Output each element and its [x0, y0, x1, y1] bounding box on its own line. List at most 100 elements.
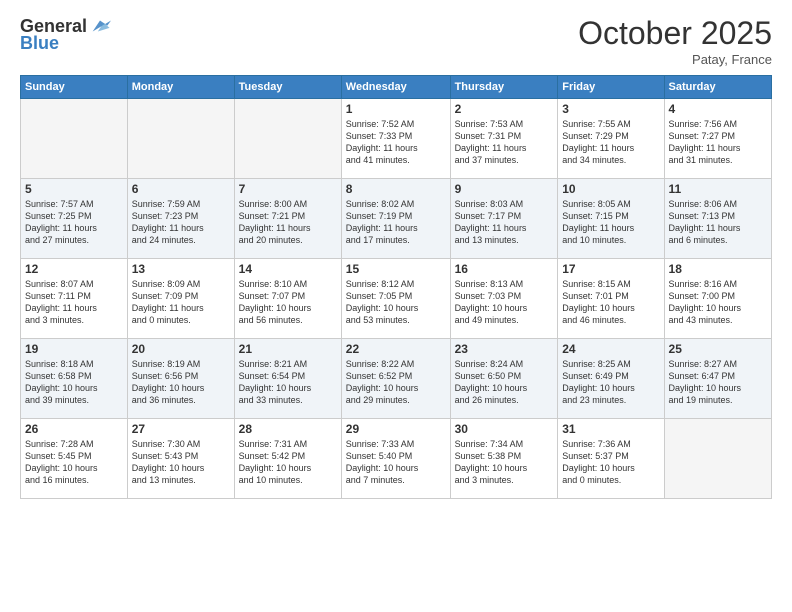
day-number: 29 — [346, 422, 446, 436]
day-info: Sunrise: 8:18 AM Sunset: 6:58 PM Dayligh… — [25, 358, 123, 407]
day-number: 4 — [669, 102, 767, 116]
calendar-week-1: 1 Sunrise: 7:52 AM Sunset: 7:33 PM Daylig… — [21, 99, 772, 179]
calendar-cell: 26 Sunrise: 7:28 AM Sunset: 5:45 PM Dayli… — [21, 419, 128, 499]
day-number: 21 — [239, 342, 337, 356]
calendar-cell: 14Sunrise: 8:10 AM Sunset: 7:07 PM Dayli… — [234, 259, 341, 339]
weekday-header-row: Sunday Monday Tuesday Wednesday Thursday… — [21, 76, 772, 99]
day-info: Sunrise: 8:10 AM Sunset: 7:07 PM Dayligh… — [239, 278, 337, 327]
calendar-cell: 27 Sunrise: 7:30 AM Sunset: 5:43 PM Dayli… — [127, 419, 234, 499]
calendar-cell: 6Sunrise: 7:59 AM Sunset: 7:23 PM Daylig… — [127, 179, 234, 259]
calendar-week-3: 12Sunrise: 8:07 AM Sunset: 7:11 PM Dayli… — [21, 259, 772, 339]
day-number: 5 — [25, 182, 123, 196]
calendar-cell: 25 Sunrise: 8:27 AM Sunset: 6:47 PM Dayli… — [664, 339, 771, 419]
calendar-cell — [664, 419, 771, 499]
logo: General Blue — [20, 15, 111, 54]
day-info: Sunrise: 8:27 AM Sunset: 6:47 PM Dayligh… — [669, 358, 767, 407]
calendar-week-2: 5 Sunrise: 7:57 AM Sunset: 7:25 PM Daylig… — [21, 179, 772, 259]
day-number: 16 — [455, 262, 554, 276]
calendar-cell — [21, 99, 128, 179]
calendar-cell: 19 Sunrise: 8:18 AM Sunset: 6:58 PM Dayli… — [21, 339, 128, 419]
calendar-cell: 18 Sunrise: 8:16 AM Sunset: 7:00 PM Dayli… — [664, 259, 771, 339]
calendar-cell: 8 Sunrise: 8:02 AM Sunset: 7:19 PM Daylig… — [341, 179, 450, 259]
day-info: Sunrise: 7:31 AM Sunset: 5:42 PM Dayligh… — [239, 438, 337, 487]
day-info: Sunrise: 7:28 AM Sunset: 5:45 PM Dayligh… — [25, 438, 123, 487]
day-number: 17 — [562, 262, 659, 276]
calendar-week-4: 19 Sunrise: 8:18 AM Sunset: 6:58 PM Dayli… — [21, 339, 772, 419]
day-info: Sunrise: 8:09 AM Sunset: 7:09 PM Dayligh… — [132, 278, 230, 327]
day-info: Sunrise: 7:55 AM Sunset: 7:29 PM Dayligh… — [562, 118, 659, 167]
day-info: Sunrise: 8:24 AM Sunset: 6:50 PM Dayligh… — [455, 358, 554, 407]
calendar-cell: 24Sunrise: 8:25 AM Sunset: 6:49 PM Dayli… — [558, 339, 664, 419]
calendar-cell: 22Sunrise: 8:22 AM Sunset: 6:52 PM Dayli… — [341, 339, 450, 419]
day-number: 26 — [25, 422, 123, 436]
calendar-cell: 21 Sunrise: 8:21 AM Sunset: 6:54 PM Dayli… — [234, 339, 341, 419]
header-tuesday: Tuesday — [234, 76, 341, 99]
day-number: 13 — [132, 262, 230, 276]
calendar-cell: 4 Sunrise: 7:56 AM Sunset: 7:27 PM Daylig… — [664, 99, 771, 179]
calendar-cell: 5 Sunrise: 7:57 AM Sunset: 7:25 PM Daylig… — [21, 179, 128, 259]
calendar-cell: 10Sunrise: 8:05 AM Sunset: 7:15 PM Dayli… — [558, 179, 664, 259]
day-number: 25 — [669, 342, 767, 356]
header: General Blue October 2025 Patay, France — [20, 15, 772, 67]
day-info: Sunrise: 8:21 AM Sunset: 6:54 PM Dayligh… — [239, 358, 337, 407]
day-number: 2 — [455, 102, 554, 116]
day-number: 11 — [669, 182, 767, 196]
calendar-cell: 13 Sunrise: 8:09 AM Sunset: 7:09 PM Dayli… — [127, 259, 234, 339]
location: Patay, France — [578, 52, 772, 67]
day-info: Sunrise: 7:30 AM Sunset: 5:43 PM Dayligh… — [132, 438, 230, 487]
day-info: Sunrise: 8:07 AM Sunset: 7:11 PM Dayligh… — [25, 278, 123, 327]
day-number: 20 — [132, 342, 230, 356]
calendar-cell: 29 Sunrise: 7:33 AM Sunset: 5:40 PM Dayli… — [341, 419, 450, 499]
day-info: Sunrise: 7:52 AM Sunset: 7:33 PM Dayligh… — [346, 118, 446, 167]
day-number: 15 — [346, 262, 446, 276]
header-friday: Friday — [558, 76, 664, 99]
day-number: 27 — [132, 422, 230, 436]
calendar-cell: 12Sunrise: 8:07 AM Sunset: 7:11 PM Dayli… — [21, 259, 128, 339]
header-saturday: Saturday — [664, 76, 771, 99]
day-info: Sunrise: 7:34 AM Sunset: 5:38 PM Dayligh… — [455, 438, 554, 487]
day-info: Sunrise: 7:57 AM Sunset: 7:25 PM Dayligh… — [25, 198, 123, 247]
day-number: 1 — [346, 102, 446, 116]
header-thursday: Thursday — [450, 76, 558, 99]
calendar-cell: 2 Sunrise: 7:53 AM Sunset: 7:31 PM Daylig… — [450, 99, 558, 179]
day-info: Sunrise: 8:13 AM Sunset: 7:03 PM Dayligh… — [455, 278, 554, 327]
calendar-cell — [234, 99, 341, 179]
title-section: October 2025 Patay, France — [578, 15, 772, 67]
calendar-cell: 20Sunrise: 8:19 AM Sunset: 6:56 PM Dayli… — [127, 339, 234, 419]
day-number: 19 — [25, 342, 123, 356]
day-number: 23 — [455, 342, 554, 356]
day-info: Sunrise: 8:06 AM Sunset: 7:13 PM Dayligh… — [669, 198, 767, 247]
day-number: 28 — [239, 422, 337, 436]
calendar-cell: 9Sunrise: 8:03 AM Sunset: 7:17 PM Daylig… — [450, 179, 558, 259]
calendar-cell: 31 Sunrise: 7:36 AM Sunset: 5:37 PM Dayli… — [558, 419, 664, 499]
calendar-cell: 23 Sunrise: 8:24 AM Sunset: 6:50 PM Dayli… — [450, 339, 558, 419]
calendar-cell: 1 Sunrise: 7:52 AM Sunset: 7:33 PM Daylig… — [341, 99, 450, 179]
calendar-cell: 15 Sunrise: 8:12 AM Sunset: 7:05 PM Dayli… — [341, 259, 450, 339]
day-number: 3 — [562, 102, 659, 116]
day-number: 7 — [239, 182, 337, 196]
day-info: Sunrise: 8:02 AM Sunset: 7:19 PM Dayligh… — [346, 198, 446, 247]
header-wednesday: Wednesday — [341, 76, 450, 99]
day-number: 8 — [346, 182, 446, 196]
day-info: Sunrise: 7:36 AM Sunset: 5:37 PM Dayligh… — [562, 438, 659, 487]
day-number: 30 — [455, 422, 554, 436]
day-info: Sunrise: 8:00 AM Sunset: 7:21 PM Dayligh… — [239, 198, 337, 247]
month-title: October 2025 — [578, 15, 772, 52]
calendar-cell: 16 Sunrise: 8:13 AM Sunset: 7:03 PM Dayli… — [450, 259, 558, 339]
day-number: 9 — [455, 182, 554, 196]
calendar-cell: 7 Sunrise: 8:00 AM Sunset: 7:21 PM Daylig… — [234, 179, 341, 259]
day-info: Sunrise: 8:16 AM Sunset: 7:00 PM Dayligh… — [669, 278, 767, 327]
day-number: 10 — [562, 182, 659, 196]
day-number: 31 — [562, 422, 659, 436]
day-info: Sunrise: 8:12 AM Sunset: 7:05 PM Dayligh… — [346, 278, 446, 327]
day-number: 18 — [669, 262, 767, 276]
calendar-week-5: 26 Sunrise: 7:28 AM Sunset: 5:45 PM Dayli… — [21, 419, 772, 499]
calendar-cell: 17Sunrise: 8:15 AM Sunset: 7:01 PM Dayli… — [558, 259, 664, 339]
day-info: Sunrise: 7:33 AM Sunset: 5:40 PM Dayligh… — [346, 438, 446, 487]
day-number: 22 — [346, 342, 446, 356]
calendar-cell: 11 Sunrise: 8:06 AM Sunset: 7:13 PM Dayli… — [664, 179, 771, 259]
day-info: Sunrise: 7:53 AM Sunset: 7:31 PM Dayligh… — [455, 118, 554, 167]
header-sunday: Sunday — [21, 76, 128, 99]
day-info: Sunrise: 7:56 AM Sunset: 7:27 PM Dayligh… — [669, 118, 767, 167]
day-info: Sunrise: 7:59 AM Sunset: 7:23 PM Dayligh… — [132, 198, 230, 247]
